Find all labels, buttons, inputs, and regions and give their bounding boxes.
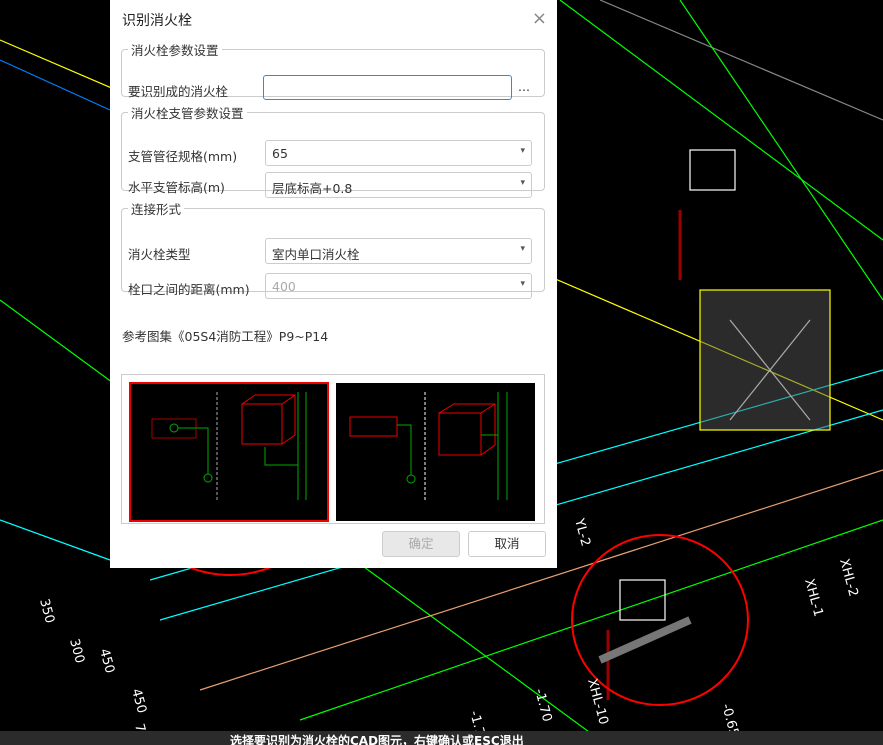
group-legend: 消火栓支管参数设置: [131, 106, 244, 121]
cad-label: YL-2: [571, 516, 593, 548]
cad-label: XHL-2: [836, 557, 860, 598]
hydrant-params-group: 消火栓参数设置 要识别成的消火栓 ...: [121, 40, 545, 100]
branch-params-group: 消火栓支管参数设置 支管管径规格(mm) 65 水平支管标高(m) 层底标高+0…: [121, 103, 545, 198]
preview-option-1[interactable]: [129, 382, 329, 522]
hydrant-input[interactable]: [263, 75, 512, 100]
cancel-button[interactable]: 取消: [468, 531, 546, 557]
type-select[interactable]: 室内单口消火栓: [265, 238, 532, 264]
distance-label: 栓口之间的距离(mm): [128, 282, 250, 297]
cad-label: 450: [96, 647, 117, 675]
reference-text: 参考图集《05S4消防工程》P9~P14: [122, 329, 329, 344]
browse-button[interactable]: ...: [518, 79, 530, 94]
cad-label: 300: [66, 637, 87, 665]
preview-option-2[interactable]: [336, 383, 535, 521]
connection-previews: [121, 374, 545, 524]
command-prompt-status: 选择要识别为消火栓的CAD图元，右键确认或ESC退出: [0, 731, 883, 745]
dialog-title: 识别消火栓: [122, 13, 192, 29]
cad-label: 350: [36, 597, 57, 625]
cad-label: 450: [128, 687, 149, 715]
group-legend: 连接形式: [131, 202, 182, 217]
identify-hydrant-dialog: 识别消火栓 × 消火栓参数设置 要识别成的消火栓 ... 消火栓支管参数设置 支…: [110, 0, 557, 568]
elevation-select[interactable]: 层底标高+0.8: [265, 172, 532, 198]
diameter-select[interactable]: 65: [265, 140, 532, 166]
distance-select[interactable]: 400: [265, 273, 532, 299]
elevation-label: 水平支管标高(m): [128, 180, 225, 195]
ok-button[interactable]: 确定: [382, 531, 460, 557]
connection-group: 连接形式 消火栓类型 室内单口消火栓 栓口之间的距离(mm) 400: [121, 199, 545, 299]
diameter-label: 支管管径规格(mm): [128, 149, 238, 164]
group-legend: 消火栓参数设置: [131, 43, 219, 58]
close-icon[interactable]: ×: [532, 8, 547, 29]
cad-label: -1.70: [531, 687, 554, 723]
hydrant-label: 要识别成的消火栓: [128, 84, 229, 99]
cad-label: XHL-1: [801, 577, 825, 618]
type-label: 消火栓类型: [128, 247, 191, 262]
